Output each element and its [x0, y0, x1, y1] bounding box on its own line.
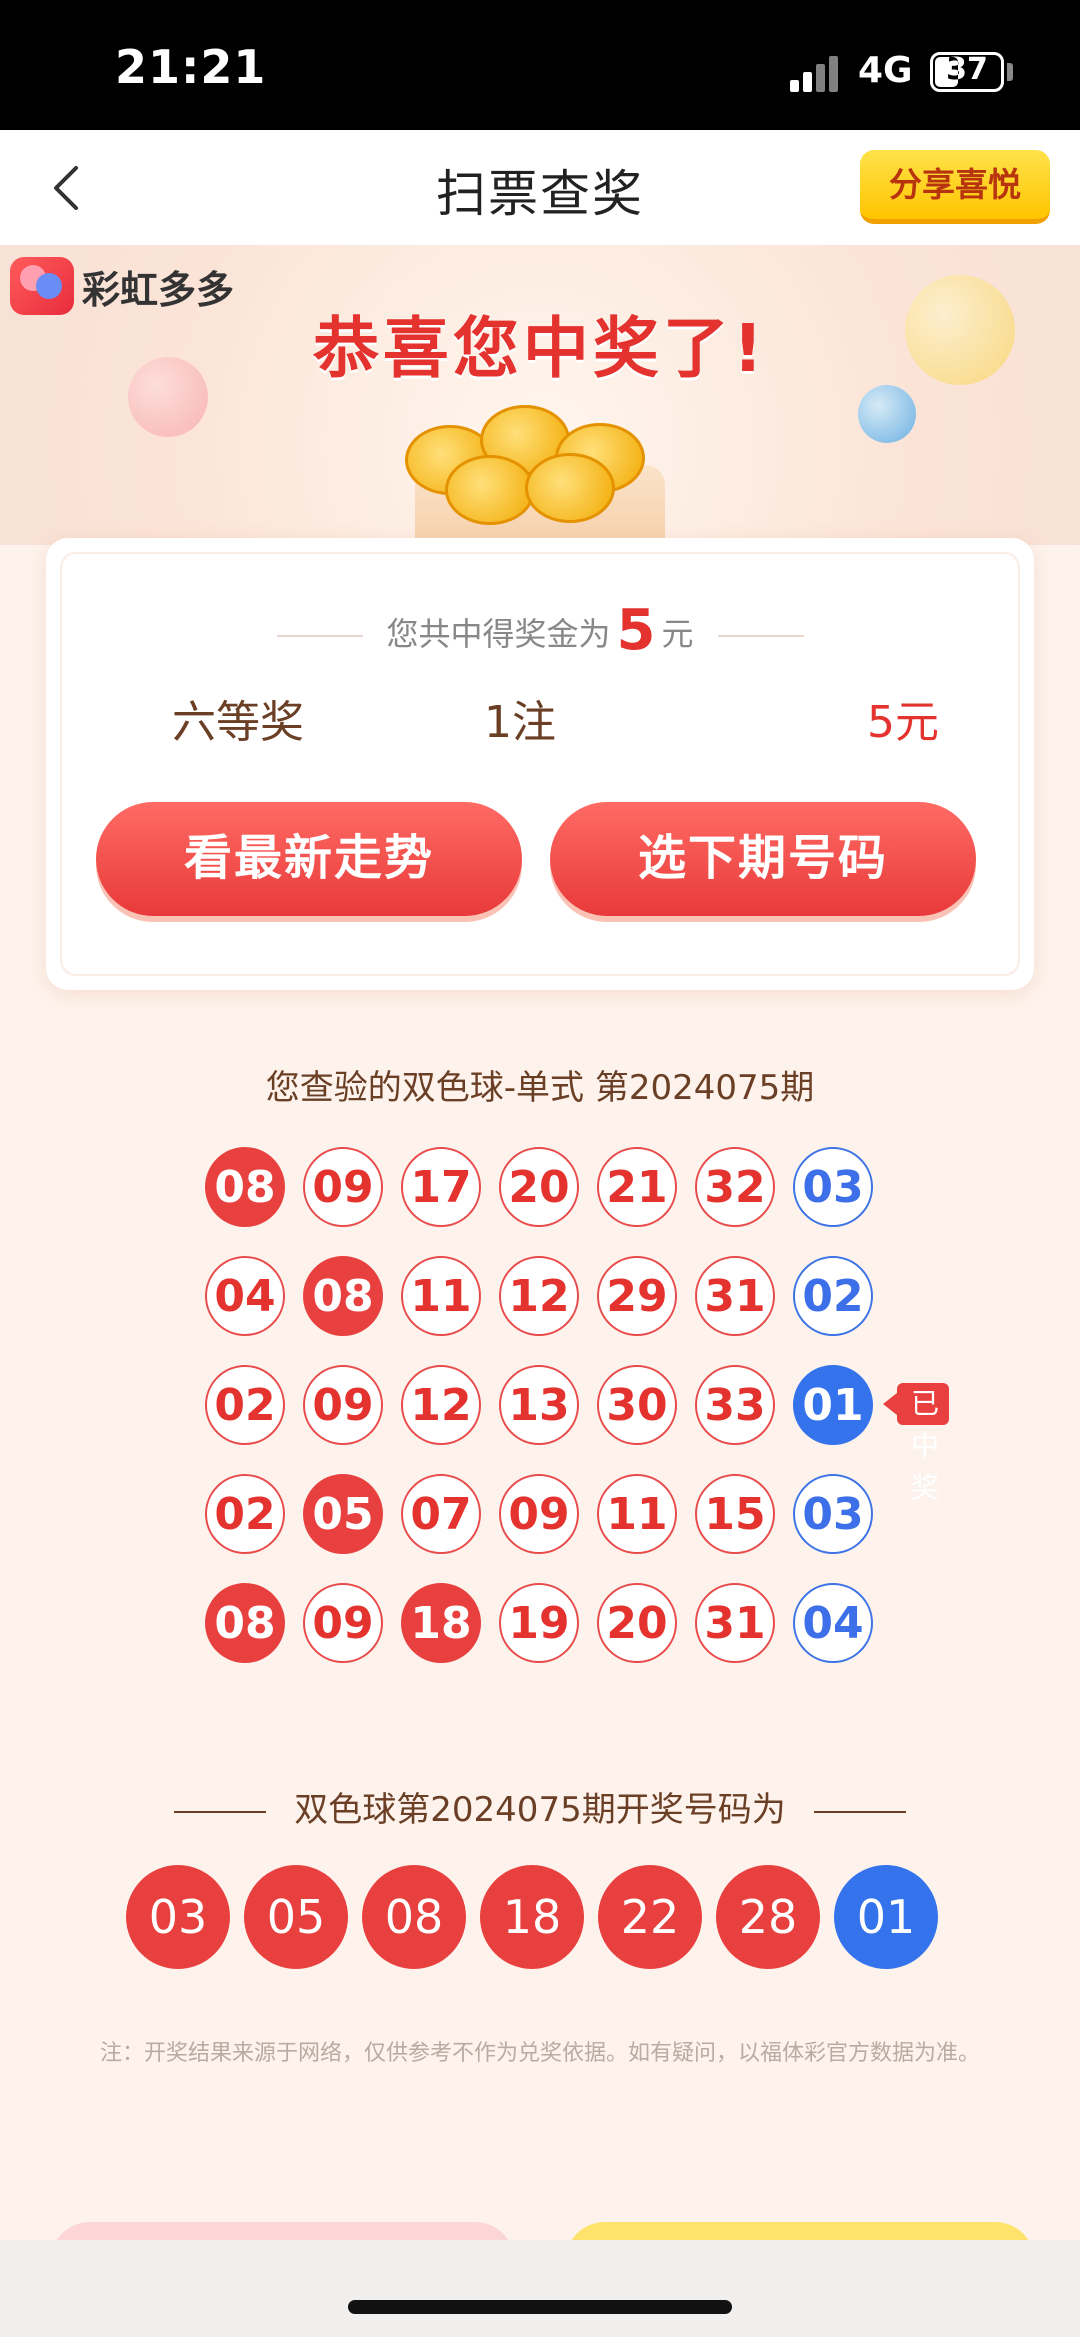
coin-pot-icon — [375, 395, 705, 545]
prize-total-unit: 元 — [661, 615, 694, 653]
prize-level: 六等奖 — [172, 697, 304, 748]
disclaimer-note: 注：开奖结果来源于网络，仅供参考不作为兑奖依据。如有疑问，以福体彩官方数据为准。 — [99, 2041, 980, 2066]
blue-ball-matched: 01 — [793, 1365, 873, 1445]
red-ball: 20 — [597, 1583, 677, 1663]
nav-bar: 扫票查奖 分享喜悦 — [0, 130, 1080, 245]
red-ball: 09 — [303, 1365, 383, 1445]
prize-card: 您共中得奖金为 5 元 六等奖 1注 5元 看最新走势 选下期号码 — [46, 538, 1034, 990]
blue-ball: 03 — [793, 1147, 873, 1227]
draw-red-ball: 05 — [244, 1865, 348, 1969]
won-tag: 已中奖 — [882, 1383, 950, 1504]
network-type: 4G — [858, 50, 913, 91]
share-button[interactable]: 分享喜悦 — [860, 150, 1050, 224]
red-ball: 29 — [597, 1256, 677, 1336]
red-ball: 20 — [499, 1147, 579, 1227]
prize-row: 六等奖 1注 5元 — [46, 686, 1034, 748]
red-ball: 15 — [695, 1474, 775, 1554]
red-ball: 04 — [205, 1256, 285, 1336]
red-ball: 09 — [303, 1583, 383, 1663]
red-ball: 02 — [205, 1474, 285, 1554]
red-ball: 33 — [695, 1365, 775, 1445]
red-ball: 31 — [695, 1583, 775, 1663]
blue-ball: 03 — [793, 1474, 873, 1554]
battery-icon: 37 — [930, 52, 1004, 92]
red-ball: 30 — [597, 1365, 677, 1445]
red-ball-matched: 08 — [205, 1147, 285, 1227]
status-time: 21:21 — [115, 40, 267, 94]
battery-level: 37 — [946, 52, 988, 87]
red-ball: 07 — [401, 1474, 481, 1554]
prize-count: 1注 — [484, 697, 556, 748]
red-ball: 13 — [499, 1365, 579, 1445]
draw-red-ball: 08 — [362, 1865, 466, 1969]
home-indicator — [348, 2300, 732, 2314]
decorative-ball-icon — [858, 385, 916, 443]
draw-blue-ball: 01 — [834, 1865, 938, 1969]
draw-red-ball: 18 — [480, 1865, 584, 1969]
red-ball: 32 — [695, 1147, 775, 1227]
prize-total-prefix: 您共中得奖金为 — [386, 615, 611, 653]
signal-icon — [790, 56, 842, 92]
latest-trend-button[interactable]: 看最新走势 — [96, 802, 522, 916]
red-ball: 12 — [401, 1365, 481, 1445]
draw-red-ball: 22 — [598, 1865, 702, 1969]
pick-next-numbers-button[interactable]: 选下期号码 — [550, 802, 976, 916]
red-ball-matched: 05 — [303, 1474, 383, 1554]
red-ball: 19 — [499, 1583, 579, 1663]
ticket-title: 您查验的双色球-单式 第2024075期 — [265, 1068, 815, 1108]
hero-banner: 彩虹多多 恭喜您中奖了! — [0, 245, 1080, 545]
red-ball: 11 — [597, 1474, 677, 1554]
red-ball: 02 — [205, 1365, 285, 1445]
red-ball: 09 — [303, 1147, 383, 1227]
draw-title: 双色球第2024075期开奖号码为 — [0, 1782, 1080, 1831]
battery-tip — [1007, 63, 1013, 81]
red-ball: 09 — [499, 1474, 579, 1554]
red-ball: 31 — [695, 1256, 775, 1336]
red-ball: 11 — [401, 1256, 481, 1336]
status-bar: 21:21 4G 37 — [0, 0, 1080, 130]
draw-title-text: 双色球第2024075期开奖号码为 — [294, 1790, 786, 1830]
prize-money: 5元 — [867, 697, 939, 748]
blue-ball: 04 — [793, 1583, 873, 1663]
prize-total-amount: 5 — [616, 598, 656, 663]
red-ball-matched: 08 — [205, 1583, 285, 1663]
congrats-headline: 恭喜您中奖了! — [312, 310, 768, 387]
red-ball-matched: 08 — [303, 1256, 383, 1336]
prize-total: 您共中得奖金为 5 元 — [46, 598, 1034, 663]
red-ball: 21 — [597, 1147, 677, 1227]
red-ball-matched: 18 — [401, 1583, 481, 1663]
red-ball: 12 — [499, 1256, 579, 1336]
draw-red-ball: 03 — [126, 1865, 230, 1969]
red-ball: 17 — [401, 1147, 481, 1227]
draw-red-ball: 28 — [716, 1865, 820, 1969]
blue-ball: 02 — [793, 1256, 873, 1336]
bottom-area — [0, 2240, 1080, 2337]
